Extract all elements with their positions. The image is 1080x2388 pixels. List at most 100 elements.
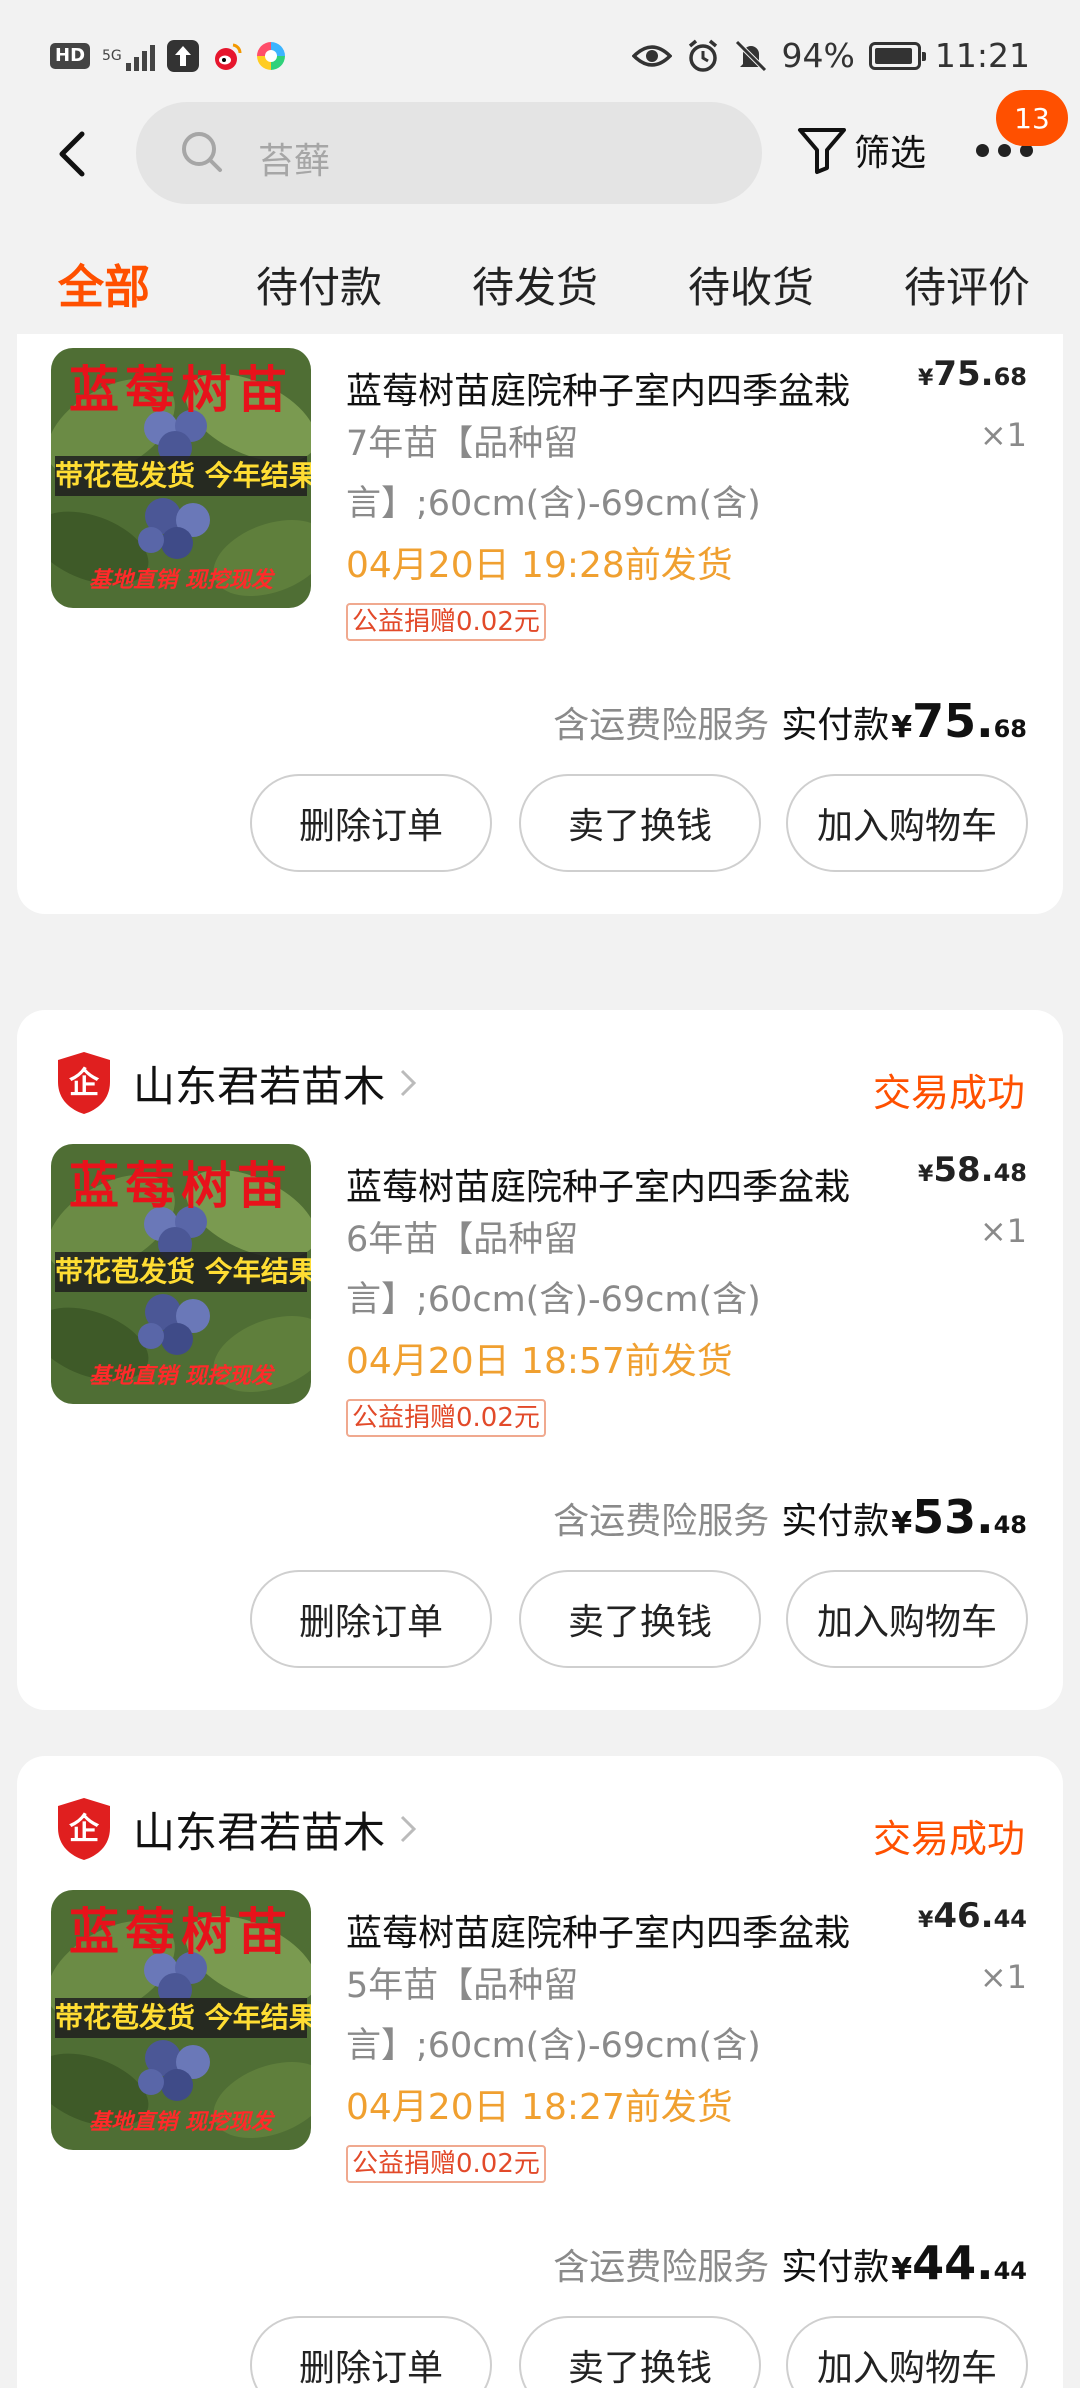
add-to-cart-button[interactable]: 加入购物车 bbox=[786, 774, 1028, 872]
image-banner: 带花苞发货 今年结果 bbox=[55, 1998, 311, 2038]
product-image[interactable]: 蓝莓树苗 带花苞发货 今年结果 基地直销 现挖现发 bbox=[51, 1890, 311, 2150]
shop-shield-icon: 企 bbox=[58, 1798, 110, 1860]
order-tabs: 全部 待付款 待发货 待收货 待评价 bbox=[0, 210, 1080, 334]
product-sku: 6年苗【品种留言】;60cm(含)-69cm(含) bbox=[346, 1220, 761, 1320]
shop-shield-icon: 企 bbox=[58, 1052, 110, 1114]
sell-for-cash-button[interactable]: 卖了换钱 bbox=[519, 774, 761, 872]
product-sku: 5年苗【品种留言】;60cm(含)-69cm(含) bbox=[346, 1966, 761, 2066]
paid-amount: ¥75.68 bbox=[891, 694, 1027, 748]
product-sku: 7年苗【品种留言】;60cm(含)-69cm(含) bbox=[346, 424, 761, 524]
delete-order-button[interactable]: 删除订单 bbox=[250, 774, 492, 872]
sell-for-cash-button[interactable]: 卖了换钱 bbox=[519, 2316, 761, 2388]
network-type: 5G bbox=[102, 48, 122, 64]
price-currency: ¥ bbox=[918, 1162, 934, 1187]
svg-text:企: 企 bbox=[69, 1812, 100, 1847]
paid-amount: ¥44.44 bbox=[891, 2236, 1027, 2290]
paid-currency: ¥ bbox=[891, 1506, 913, 1541]
paid-decimal: 48 bbox=[993, 1511, 1027, 1539]
image-footer: 基地直销 现挖现发 bbox=[89, 567, 273, 593]
quantity: ×1 bbox=[979, 1958, 1027, 1996]
paid-amount: ¥53.48 bbox=[891, 1490, 1027, 1544]
shop-header[interactable]: 企 山东君若苗木 bbox=[55, 1794, 417, 1864]
chevron-right-icon bbox=[400, 1069, 417, 1097]
sell-for-cash-button[interactable]: 卖了换钱 bbox=[519, 1570, 761, 1668]
order-card[interactable]: 企 山东君若苗木 交易成功 蓝莓树苗 带花苞发货 今年结果 bbox=[17, 1756, 1063, 2388]
battery-icon bbox=[868, 41, 926, 70]
paid-decimal: 44 bbox=[993, 2257, 1027, 2285]
weibo-app-icon bbox=[214, 43, 242, 70]
eye-icon bbox=[631, 44, 672, 67]
order-list[interactable]: 企 山东君若苗木 交易成功 蓝莓树苗 带花苞发货 今年结果 bbox=[0, 334, 1080, 2388]
tab-pending-payment[interactable]: 待付款 bbox=[256, 254, 382, 315]
tab-pending-shipment[interactable]: 待发货 bbox=[472, 254, 598, 315]
order-card[interactable]: 企 山东君若苗木 交易成功 蓝莓树苗 带花苞发货 今年结果 bbox=[17, 1010, 1063, 1710]
paid-label: 实付款 bbox=[781, 1501, 890, 1542]
price-currency: ¥ bbox=[918, 1908, 934, 1933]
image-footer: 基地直销 现挖现发 bbox=[89, 1363, 273, 1389]
quantity: ×1 bbox=[979, 416, 1027, 454]
paid-integer: 44. bbox=[912, 2236, 994, 2290]
image-footer: 基地直销 现挖现发 bbox=[89, 2109, 273, 2135]
unit-price: ¥58.48 bbox=[918, 1150, 1027, 1190]
payment-summary: 含运费险服务 实付款 ¥75.68 bbox=[553, 694, 1027, 748]
hd-badge: HD bbox=[50, 43, 91, 69]
add-to-cart-button[interactable]: 加入购物车 bbox=[786, 2316, 1028, 2388]
order-card[interactable]: 企 山东君若苗木 交易成功 蓝莓树苗 带花苞发货 今年结果 bbox=[17, 334, 1063, 914]
message-count-badge: 13 bbox=[996, 90, 1068, 146]
filter-icon bbox=[798, 128, 846, 174]
svg-text:企: 企 bbox=[69, 1066, 100, 1101]
product-title[interactable]: 蓝莓树苗庭院种子室内四季盆栽 bbox=[346, 1158, 906, 1210]
search-icon bbox=[182, 132, 222, 172]
insurance-service[interactable]: 含运费险服务 bbox=[553, 1492, 769, 1544]
shop-name: 山东君若苗木 bbox=[133, 1807, 386, 1857]
price-decimal: 48 bbox=[993, 1159, 1027, 1187]
shop-header[interactable]: 企 山东君若苗木 bbox=[55, 1048, 417, 1118]
paid-integer: 75. bbox=[912, 694, 994, 748]
image-title: 蓝莓树苗 bbox=[69, 360, 293, 419]
price-decimal: 44 bbox=[993, 1905, 1027, 1933]
image-title: 蓝莓树苗 bbox=[69, 1902, 293, 1961]
payment-summary: 含运费险服务 实付款 ¥53.48 bbox=[553, 1490, 1027, 1544]
image-title: 蓝莓树苗 bbox=[69, 1156, 293, 1215]
price-integer: 75. bbox=[933, 354, 994, 394]
paid-decimal: 68 bbox=[993, 715, 1027, 743]
shop-name: 山东君若苗木 bbox=[133, 1061, 386, 1111]
search-input[interactable]: 苔藓 bbox=[136, 102, 762, 204]
order-status: 交易成功 bbox=[872, 1071, 1025, 1115]
top-bar: 苔藓 筛选 13 bbox=[0, 90, 1080, 210]
image-banner: 带花苞发货 今年结果 bbox=[55, 456, 311, 496]
unit-price: ¥46.44 bbox=[918, 1896, 1027, 1936]
insurance-service[interactable]: 含运费险服务 bbox=[553, 696, 769, 748]
product-image[interactable]: 蓝莓树苗 带花苞发货 今年结果 基地直销 现挖现发 bbox=[51, 348, 311, 608]
colorful-app-icon bbox=[256, 42, 285, 70]
back-arrow-icon[interactable] bbox=[50, 126, 100, 182]
image-banner: 带花苞发货 今年结果 bbox=[55, 1252, 311, 1292]
insurance-service[interactable]: 含运费险服务 bbox=[553, 2238, 769, 2290]
filter-label: 筛选 bbox=[854, 133, 927, 174]
delete-order-button[interactable]: 删除订单 bbox=[250, 2316, 492, 2388]
tab-all[interactable]: 全部 bbox=[58, 251, 150, 317]
filter-button[interactable]: 筛选 bbox=[796, 124, 926, 176]
tab-pending-receipt[interactable]: 待收货 bbox=[688, 254, 814, 315]
tab-pending-review[interactable]: 待评价 bbox=[904, 254, 1030, 315]
unit-price: ¥75.68 bbox=[918, 354, 1027, 394]
chevron-right-icon bbox=[400, 1815, 417, 1843]
paid-currency: ¥ bbox=[891, 2252, 913, 2287]
status-left: HD 5G bbox=[50, 40, 287, 72]
search-placeholder: 苔藓 bbox=[258, 141, 331, 182]
donation-tag: 公益捐赠0.02元 bbox=[346, 2145, 546, 2183]
battery-percent: 94% bbox=[781, 36, 855, 75]
order-status: 交易成功 bbox=[872, 1817, 1025, 1861]
delete-order-button[interactable]: 删除订单 bbox=[250, 1570, 492, 1668]
quantity: ×1 bbox=[979, 1212, 1027, 1250]
paid-label: 实付款 bbox=[781, 2247, 890, 2288]
add-to-cart-button[interactable]: 加入购物车 bbox=[786, 1570, 1028, 1668]
paid-integer: 53. bbox=[912, 1490, 994, 1544]
product-title[interactable]: 蓝莓树苗庭院种子室内四季盆栽 bbox=[346, 362, 906, 414]
upload-app-icon bbox=[166, 40, 199, 72]
payment-summary: 含运费险服务 实付款 ¥44.44 bbox=[553, 2236, 1027, 2290]
product-title[interactable]: 蓝莓树苗庭院种子室内四季盆栽 bbox=[346, 1904, 906, 1956]
product-image[interactable]: 蓝莓树苗 带花苞发货 今年结果 基地直销 现挖现发 bbox=[51, 1144, 311, 1404]
clock: 11:21 bbox=[934, 36, 1030, 75]
price-integer: 46. bbox=[933, 1896, 994, 1936]
